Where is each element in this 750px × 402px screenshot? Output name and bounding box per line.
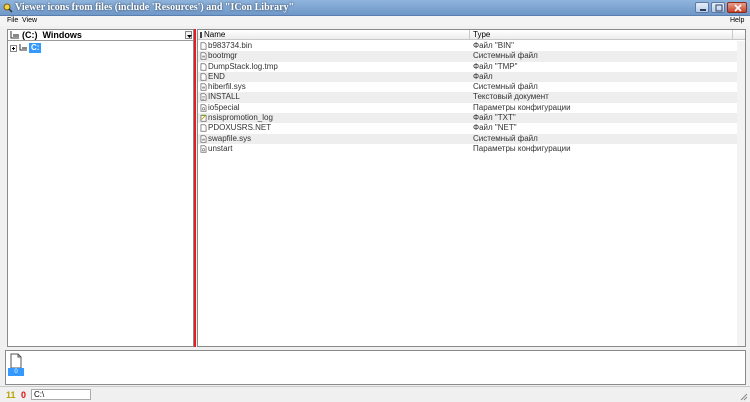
menu-file[interactable]: File [7, 16, 18, 26]
file-type: Системный файл [473, 133, 538, 143]
app-icon [3, 3, 13, 13]
close-button[interactable] [727, 2, 747, 13]
document-icon [200, 124, 207, 133]
file-name: unstart [208, 143, 233, 153]
menu-help[interactable]: Help [730, 16, 744, 26]
table-row[interactable]: bootmgr Системный файл [198, 51, 737, 62]
file-name: INSTALL [208, 92, 240, 102]
config-file-icon [200, 104, 207, 112]
minimize-icon [700, 9, 706, 11]
folder-tree-pane: (C:) Windows C: [7, 29, 194, 347]
error-count: 0 [21, 390, 27, 400]
resize-grip-icon[interactable] [738, 391, 748, 401]
file-name: swapfile.sys [208, 133, 252, 143]
drive-selector[interactable]: (C:) Windows [8, 30, 193, 41]
column-header-name[interactable]: Name [198, 30, 470, 40]
table-row[interactable]: swapfile.sys Системный файл [198, 133, 737, 144]
sort-indicator-icon [200, 32, 202, 38]
file-type: Системный файл [473, 51, 538, 61]
icon-preview-pane: 0 [5, 350, 746, 385]
file-name: END [208, 71, 225, 81]
file-name: hiberfil.sys [208, 82, 246, 92]
table-row[interactable]: unstart Параметры конфигурации [198, 144, 737, 154]
file-type: Параметры конфигурации [473, 143, 571, 153]
column-header-type-label: Type [473, 30, 491, 39]
text-file-icon [200, 93, 207, 102]
table-row[interactable]: nsispromotion_log Файл "TXT" [198, 113, 737, 124]
menu-view[interactable]: View [22, 16, 37, 26]
notepad-icon [200, 114, 207, 122]
expand-toggle[interactable] [10, 45, 17, 52]
file-type: Файл [473, 71, 493, 81]
file-type: Файл "NET" [473, 123, 517, 133]
file-type: Параметры конфигурации [473, 102, 571, 112]
file-list: b983734.bin Файл "BIN" bootmgr Системный фа… [198, 41, 737, 154]
file-name: b983734.bin [208, 41, 253, 50]
file-type: Файл "BIN" [473, 41, 514, 50]
file-name: DumpStack.log.tmp [208, 61, 278, 71]
file-count: 11 [6, 390, 16, 400]
file-name: bootmgr [208, 51, 238, 61]
client-area: (C:) Windows C: Name Type b983734.bin Фа… [0, 26, 750, 402]
title-bar: Viewer icons from files (include 'Resour… [0, 0, 750, 16]
file-type: Текстовый документ [473, 92, 549, 102]
drive-icon [19, 44, 27, 51]
dropdown-arrow-button[interactable] [185, 31, 192, 39]
minimize-button[interactable] [695, 2, 709, 13]
icon-preview-label: 0 [8, 368, 24, 376]
drive-icon [10, 31, 19, 39]
file-type: Системный файл [473, 82, 538, 92]
file-name: PDOXUSRS.NET [208, 123, 272, 133]
window-title: Viewer icons from files (include 'Resour… [15, 2, 295, 13]
file-name: io5pecial [208, 102, 240, 112]
file-type: Файл "TXT" [473, 113, 516, 123]
list-scrollbar-track[interactable] [737, 41, 745, 346]
table-row[interactable]: INSTALL Текстовый документ [198, 92, 737, 103]
column-header-name-label: Name [204, 30, 226, 39]
file-type: Файл "TMP" [473, 61, 518, 71]
close-icon [734, 4, 742, 12]
table-row[interactable]: b983734.bin Файл "BIN" [198, 41, 737, 51]
tree-node-c-drive[interactable]: C: [10, 43, 70, 53]
tree-node-label: C: [29, 43, 42, 53]
table-row[interactable]: PDOXUSRS.NET Файл "NET" [198, 123, 737, 133]
maximize-icon [715, 4, 723, 12]
table-row[interactable]: hiberfil.sys Системный файл [198, 82, 737, 92]
menu-bar: File View Help [0, 16, 750, 26]
table-row[interactable]: END Файл [198, 71, 737, 83]
table-row[interactable]: io5pecial Параметры конфигурации [198, 103, 737, 113]
document-icon [10, 353, 22, 369]
plus-icon [12, 47, 15, 50]
system-file-icon [200, 52, 207, 60]
chevron-down-icon [187, 35, 192, 38]
current-path: C:\ [31, 389, 91, 400]
file-list-pane: Name Type b983734.bin Файл "BIN" bootmgr Си… [197, 29, 746, 347]
status-bar: 11 0 C:\ [0, 386, 750, 402]
drive-selector-label: (C:) Windows [22, 30, 82, 40]
list-header: Name Type [198, 30, 745, 40]
config-file-icon [200, 145, 207, 153]
system-file-icon [200, 135, 207, 143]
document-icon [200, 42, 207, 50]
document-icon [200, 62, 207, 71]
table-row[interactable]: DumpStack.log.tmp Файл "TMP" [198, 62, 737, 72]
system-file-icon [200, 83, 207, 91]
file-name: nsispromotion_log [208, 113, 273, 123]
maximize-button[interactable] [711, 2, 725, 13]
column-header-type[interactable]: Type [470, 30, 733, 40]
pane-splitter[interactable] [194, 29, 196, 347]
document-icon [200, 73, 207, 81]
